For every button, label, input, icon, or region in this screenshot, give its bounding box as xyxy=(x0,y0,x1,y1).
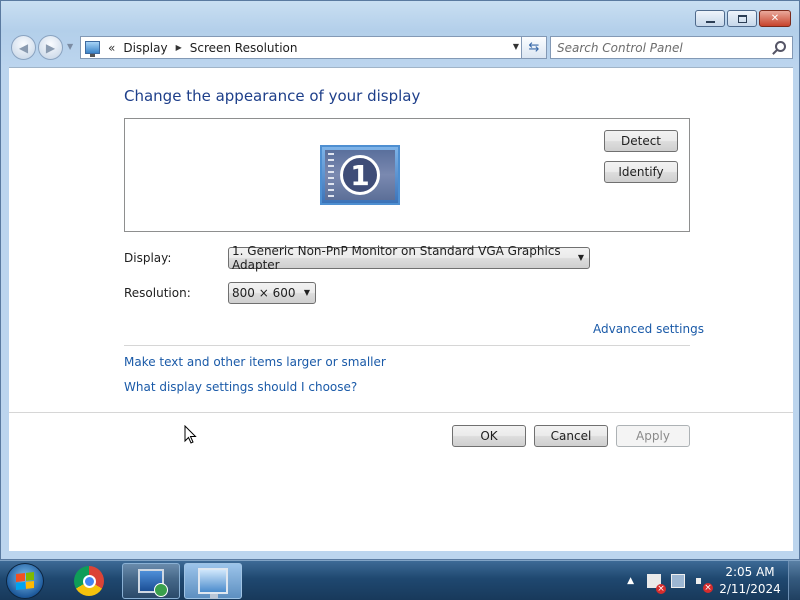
chrome-icon xyxy=(74,566,104,596)
start-button[interactable] xyxy=(6,563,44,599)
control-panel-icon xyxy=(198,568,228,599)
minimize-icon xyxy=(705,20,715,23)
minimize-button[interactable] xyxy=(695,10,725,27)
windows-logo-icon xyxy=(16,572,34,590)
resolution-select[interactable]: 800 × 600 ▼ xyxy=(228,282,316,304)
back-arrow-icon: ◀ xyxy=(18,40,29,55)
maximize-button[interactable] xyxy=(727,10,757,27)
divider xyxy=(124,345,690,346)
monitor-arrangement-panel: 1 Detect Identify xyxy=(124,118,690,232)
breadcrumb-overflow[interactable]: « xyxy=(108,41,115,55)
navigation-bar: ◀ ▶ ▼ « Display ▶ Screen Resolution ▼ ⇆ xyxy=(9,34,793,60)
chevron-down-icon: ▼ xyxy=(303,288,310,297)
recent-pages-dropdown[interactable]: ▼ xyxy=(67,42,73,51)
display-help-link[interactable]: What display settings should I choose? xyxy=(124,380,357,394)
advanced-settings-link[interactable]: Advanced settings xyxy=(593,322,704,336)
display-select[interactable]: 1. Generic Non-PnP Monitor on Standard V… xyxy=(228,244,590,272)
taskbar-remote-desktop[interactable] xyxy=(122,563,180,599)
refresh-button[interactable]: ⇆ xyxy=(521,36,547,59)
main-content: Change the appearance of your display 1 … xyxy=(9,67,793,551)
breadcrumb-separator-icon[interactable]: ▶ xyxy=(176,43,182,52)
detect-button[interactable]: Detect xyxy=(604,130,678,152)
back-button[interactable]: ◀ xyxy=(11,35,36,60)
monitor-screen: 1 xyxy=(325,150,395,200)
display-icon xyxy=(85,41,100,57)
text-size-link[interactable]: Make text and other items larger or smal… xyxy=(124,355,386,369)
taskbar: ▲ 2:05 AM 2/11/2024 xyxy=(0,560,800,600)
identify-button[interactable]: Identify xyxy=(604,161,678,183)
chevron-down-icon: ▼ xyxy=(577,253,584,262)
display-select-value: 1. Generic Non-PnP Monitor on Standard V… xyxy=(232,244,561,272)
display-label: Display: xyxy=(124,251,172,265)
system-tray: ▲ 2:05 AM 2/11/2024 xyxy=(627,561,800,600)
divider xyxy=(9,412,793,413)
clock-date: 2/11/2024 xyxy=(719,582,781,596)
caption-buttons: ✕ xyxy=(695,10,791,27)
page-title: Change the appearance of your display xyxy=(124,87,421,105)
forward-button[interactable]: ▶ xyxy=(38,35,63,60)
address-bar[interactable]: « Display ▶ Screen Resolution ▼ xyxy=(80,36,526,59)
forward-arrow-icon: ▶ xyxy=(45,40,56,55)
taskbar-chrome[interactable] xyxy=(60,563,118,599)
apply-button[interactable]: Apply xyxy=(616,425,690,447)
ok-button[interactable]: OK xyxy=(452,425,526,447)
close-button[interactable]: ✕ xyxy=(759,10,791,27)
clock-time: 2:05 AM xyxy=(725,565,775,579)
show-desktop-button[interactable] xyxy=(788,561,800,600)
resolution-select-value: 800 × 600 xyxy=(232,286,296,300)
search-input[interactable] xyxy=(557,40,767,55)
remote-desktop-icon xyxy=(138,569,168,597)
action-center-icon[interactable] xyxy=(646,573,666,594)
address-dropdown-icon[interactable]: ▼ xyxy=(513,42,519,51)
network-icon[interactable] xyxy=(670,573,686,589)
volume-muted-icon[interactable] xyxy=(694,573,713,593)
search-icon[interactable] xyxy=(775,41,786,52)
refresh-icon: ⇆ xyxy=(528,40,540,55)
cancel-button[interactable]: Cancel xyxy=(534,425,608,447)
close-icon: ✕ xyxy=(770,13,780,24)
show-hidden-icons-icon[interactable]: ▲ xyxy=(627,576,634,586)
breadcrumb-screen-resolution[interactable]: Screen Resolution xyxy=(190,41,298,55)
search-box[interactable] xyxy=(550,36,793,59)
taskbar-control-panel[interactable] xyxy=(184,563,242,599)
control-panel-window: ✕ ◀ ▶ ▼ « Display ▶ Screen Resolution ▼ … xyxy=(0,0,800,560)
clock[interactable]: 2:05 AM 2/11/2024 xyxy=(718,564,782,598)
breadcrumb-display[interactable]: Display xyxy=(123,41,167,55)
maximize-icon xyxy=(737,14,747,23)
monitor-1-thumbnail[interactable]: 1 xyxy=(320,145,400,205)
monitor-number: 1 xyxy=(340,155,380,195)
resolution-label: Resolution: xyxy=(124,286,191,300)
